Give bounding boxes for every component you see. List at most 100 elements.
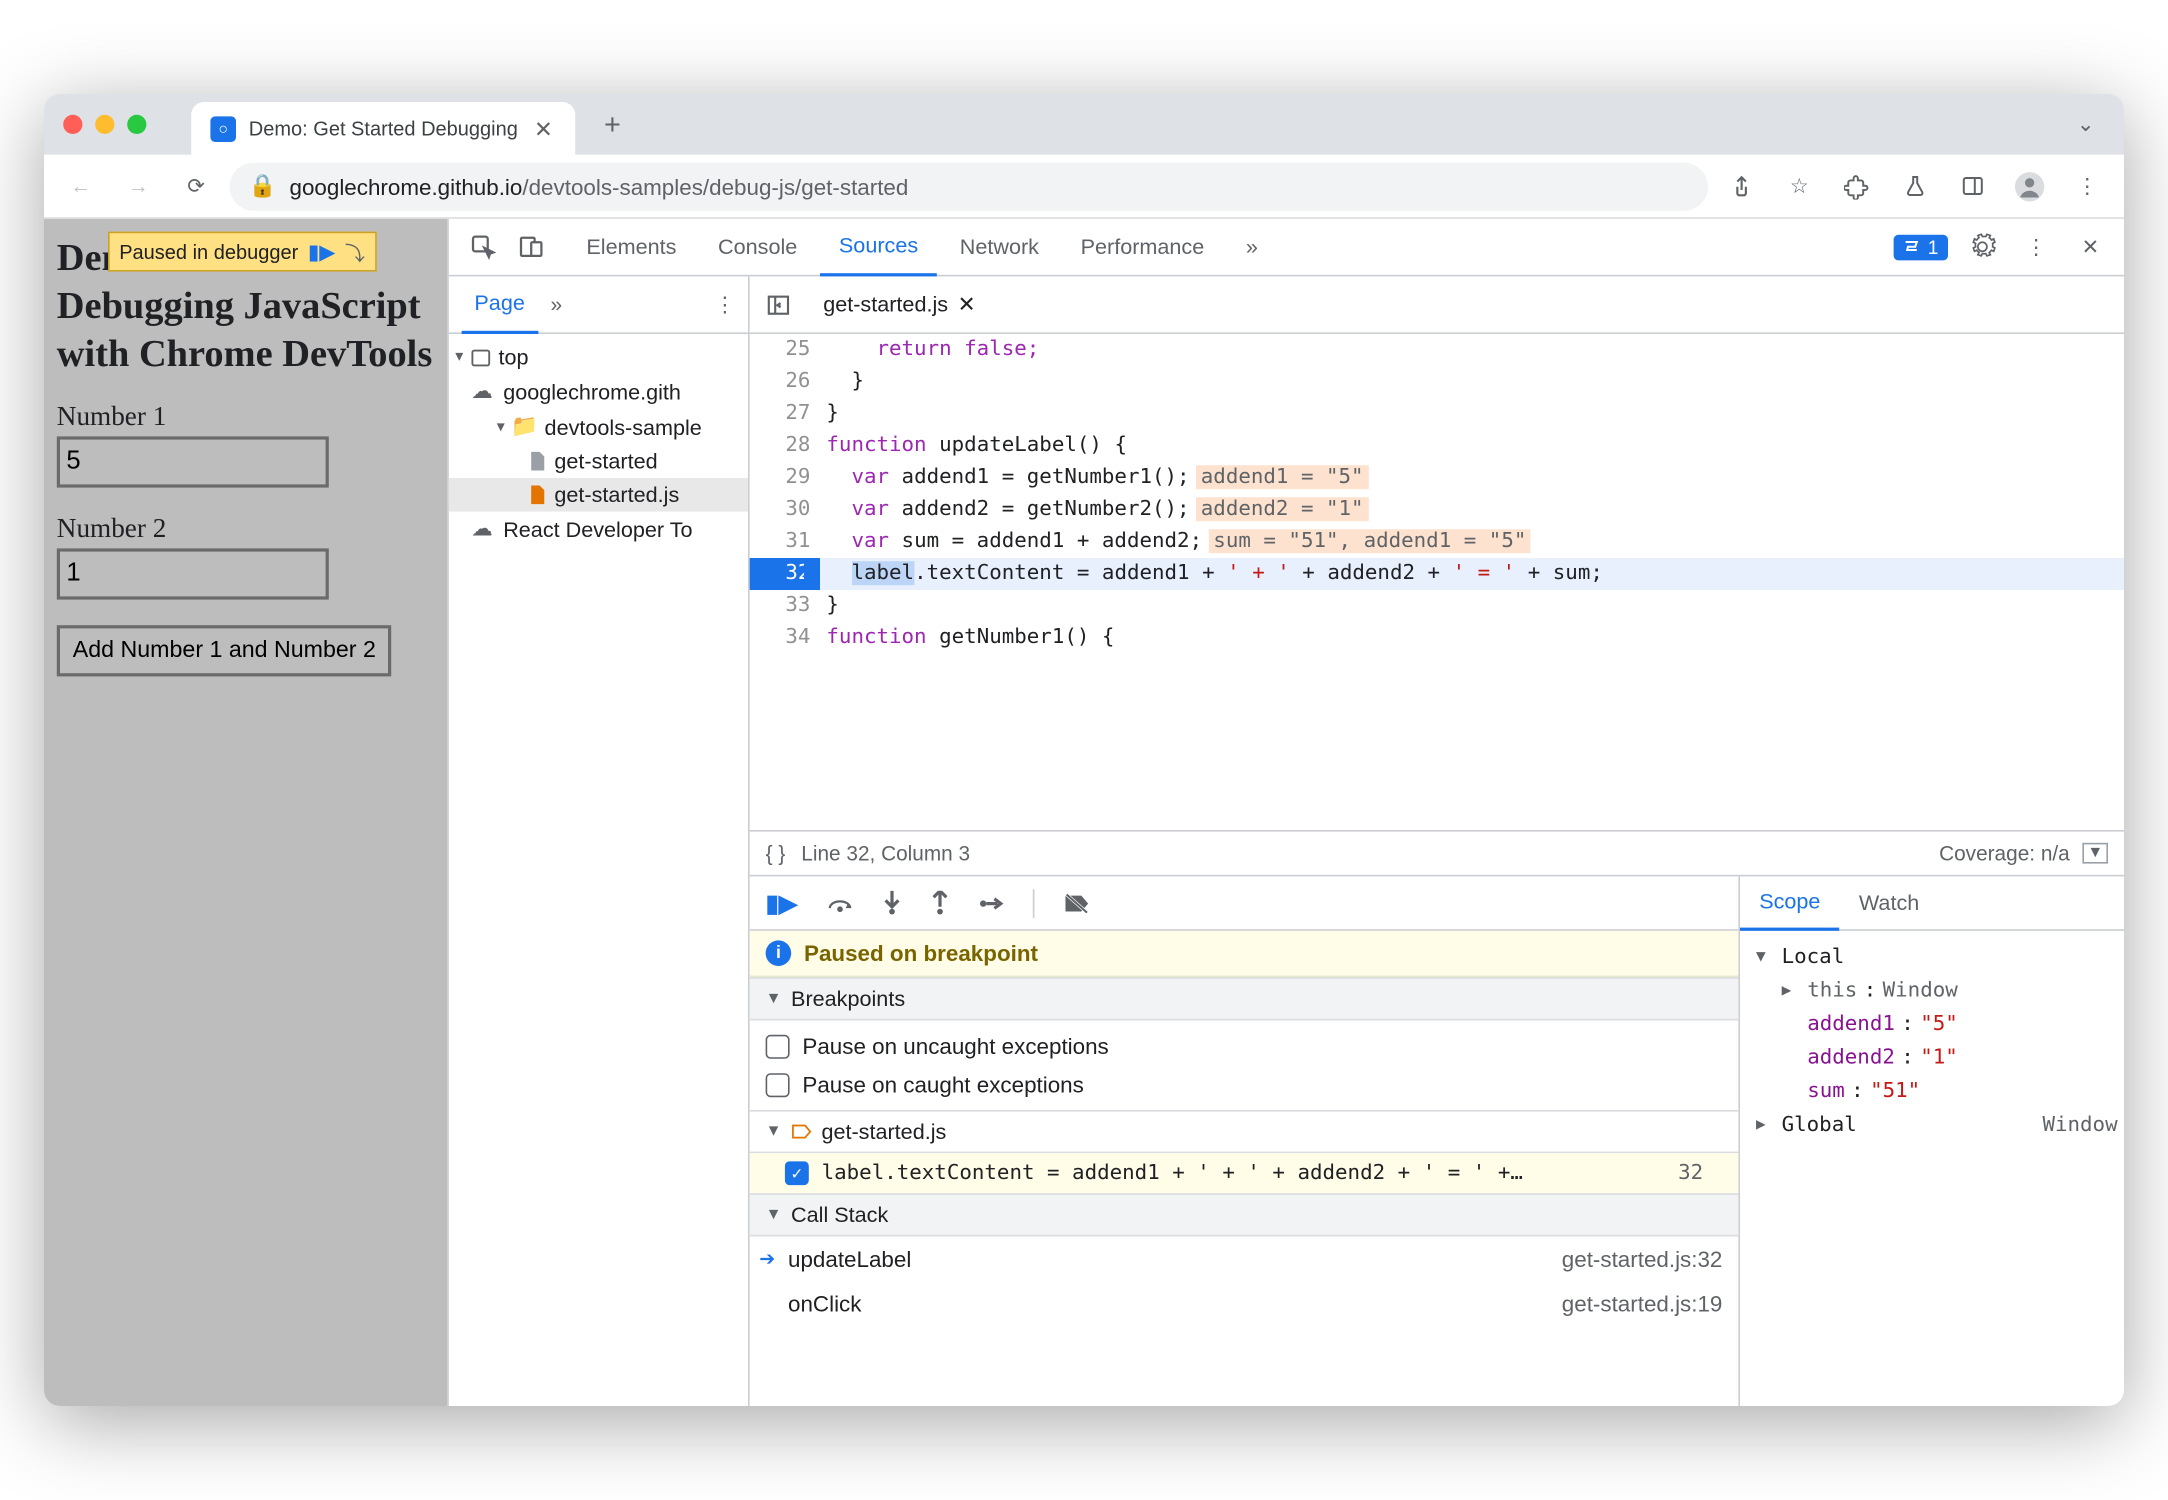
inline-value-hint: addend2 = "1" (1196, 497, 1368, 521)
profile-button[interactable] (2006, 162, 2054, 210)
devtools-close-button[interactable]: ✕ (2070, 226, 2112, 268)
pause-uncaught-checkbox[interactable]: Pause on uncaught exceptions (766, 1027, 1723, 1065)
breakpoint-file-header[interactable]: ▼get-started.js (750, 1110, 1739, 1153)
step-out-button[interactable] (930, 891, 949, 915)
tab-network[interactable]: Network (941, 219, 1059, 276)
devtools-menu-button[interactable]: ⋮ (2015, 226, 2057, 268)
share-button[interactable] (1718, 162, 1766, 210)
labs-button[interactable] (1890, 162, 1938, 210)
cursor-position: Line 32, Column 3 (801, 841, 970, 865)
browser-tab[interactable]: Demo: Get Started Debugging ✕ (191, 102, 575, 156)
tab-sources[interactable]: Sources (820, 219, 938, 276)
scope-var-this[interactable]: ▶this: Window (1746, 974, 2117, 1008)
breakpoint-row[interactable]: ✓label.textContent = addend1 + ' + ' + a… (750, 1153, 1739, 1193)
add-button[interactable]: Add Number 1 and Number 2 (57, 625, 392, 676)
paused-banner: i Paused on breakpoint (750, 931, 1739, 977)
number2-input[interactable] (57, 548, 329, 599)
tab-console[interactable]: Console (699, 219, 817, 276)
coverage-status: Coverage: n/a (1939, 841, 2070, 865)
sources-navigator: Page » ⋮ ▾top ☁googlechrome.gith ▾📁devto… (449, 276, 750, 1406)
tree-extension[interactable]: ☁React Developer To (449, 512, 748, 547)
scope-var-addend2[interactable]: addend2: "1" (1746, 1041, 2117, 1075)
editor-tab-close-button[interactable]: ✕ (958, 292, 976, 318)
scope-var-addend1[interactable]: addend1: "5" (1746, 1008, 2117, 1042)
inline-value-hint: addend1 = "5" (1196, 465, 1368, 489)
tab-elements[interactable]: Elements (567, 219, 695, 276)
window-zoom-button[interactable] (127, 115, 146, 134)
pretty-print-button[interactable]: { } (766, 841, 786, 865)
tree-domain[interactable]: ☁googlechrome.gith (449, 374, 748, 409)
scope-local-header[interactable]: ▼Local (1746, 940, 2117, 974)
address-bar[interactable]: 🔒 googlechrome.github.io/devtools-sample… (230, 162, 1708, 210)
tab-list-button[interactable]: ⌄ (2066, 112, 2104, 138)
tree-folder[interactable]: ▾📁devtools-sample (449, 409, 748, 444)
step-into-button[interactable] (882, 891, 901, 915)
navigator-menu-button[interactable]: ⋮ (714, 292, 735, 318)
side-panel-button[interactable] (1948, 162, 1996, 210)
step-button[interactable] (978, 893, 1004, 912)
inspect-element-button[interactable] (462, 226, 504, 268)
tab-close-button[interactable]: ✕ (531, 116, 556, 143)
chrome-menu-button[interactable]: ⋮ (2063, 162, 2111, 210)
extensions-button[interactable] (1833, 162, 1881, 210)
breakpoint-checkbox[interactable]: ✓ (785, 1161, 809, 1185)
browser-toolbar: ← → ⟳ 🔒 googlechrome.github.io/devtools-… (44, 155, 2124, 219)
scope-global-header[interactable]: ▶GlobalWindow (1746, 1108, 2117, 1142)
editor-status-bar: { } Line 32, Column 3 Coverage: n/a ▼ (750, 830, 2124, 875)
debugger-toolbar: ▮▶ (750, 876, 1739, 930)
lock-icon: 🔒 (249, 172, 277, 199)
devtools-tab-strip: Elements Console Sources Network Perform… (449, 219, 2124, 277)
back-button[interactable]: ← (57, 162, 105, 210)
scope-tab[interactable]: Scope (1740, 876, 1840, 930)
forward-button[interactable]: → (114, 162, 162, 210)
overlay-step-button[interactable]: ⤵ (345, 236, 365, 266)
window-minimize-button[interactable] (95, 115, 114, 134)
number1-label: Number 1 (57, 401, 435, 433)
reload-button[interactable]: ⟳ (172, 162, 220, 210)
code-editor[interactable]: 25 return false; 26 } 27} 28function upd… (750, 334, 2124, 830)
number1-input[interactable] (57, 436, 329, 487)
issues-badge[interactable]: 1 (1894, 234, 1948, 260)
url-path: /devtools-samples/debug-js/get-started (522, 173, 908, 199)
window-close-button[interactable] (63, 115, 82, 134)
watch-tab[interactable]: Watch (1840, 876, 1939, 930)
overlay-resume-button[interactable]: ▮▶ (308, 239, 335, 265)
inline-value-hint: sum = "51", addend1 = "5" (1209, 529, 1532, 553)
paused-overlay-label: Paused in debugger (119, 240, 298, 262)
bookmark-button[interactable]: ☆ (1775, 162, 1823, 210)
pause-caught-checkbox[interactable]: Pause on caught exceptions (766, 1065, 1723, 1103)
breakpoints-header[interactable]: ▼Breakpoints (750, 977, 1739, 1020)
tab-favicon (210, 116, 236, 142)
scope-var-sum[interactable]: sum: "51" (1746, 1075, 2117, 1109)
tab-overflow-button[interactable]: » (1227, 219, 1277, 276)
number2-label: Number 2 (57, 513, 435, 545)
call-stack-frame[interactable]: onClick get-started.js:19 (750, 1281, 1739, 1326)
tab-title: Demo: Get Started Debugging (249, 118, 518, 140)
call-stack-header[interactable]: ▼Call Stack (750, 1193, 1739, 1236)
call-stack-frame[interactable]: updateLabel get-started.js:32 (750, 1236, 1739, 1281)
paused-overlay: Paused in debugger ▮▶ ⤵ (108, 232, 376, 272)
page-viewport: Paused in debugger ▮▶ ⤵ Demo: Get Starte… (44, 219, 447, 1406)
editor-tab-strip: get-started.js ✕ (750, 276, 2124, 334)
tree-top-frame[interactable]: ▾top (449, 340, 748, 374)
settings-button[interactable] (1961, 226, 2003, 268)
scope-panel: ▼Local ▶this: Window addend1: "5" addend… (1740, 931, 2124, 1152)
info-icon: i (766, 940, 792, 966)
deactivate-breakpoints-button[interactable] (1063, 892, 1090, 914)
resume-button[interactable]: ▮▶ (766, 888, 798, 917)
toggle-navigator-button[interactable] (759, 292, 797, 318)
new-tab-button[interactable]: + (604, 108, 621, 142)
navigator-tab-overflow[interactable]: » (550, 292, 562, 316)
tree-file-html[interactable]: get-started (449, 444, 748, 478)
step-over-button[interactable] (826, 892, 853, 914)
device-toolbar-button[interactable] (510, 226, 552, 268)
tree-file-js[interactable]: get-started.js (449, 478, 748, 512)
coverage-dropdown-icon[interactable]: ▼ (2083, 843, 2108, 864)
editor-tab[interactable]: get-started.js ✕ (810, 292, 988, 318)
execution-line-marker: 32 (750, 558, 820, 590)
window-titlebar: Demo: Get Started Debugging ✕ + ⌄ (44, 94, 2124, 155)
navigator-tab-page[interactable]: Page (462, 276, 538, 333)
url-host: googlechrome.github.io (290, 173, 523, 199)
tab-performance[interactable]: Performance (1061, 219, 1223, 276)
devtools-panel: Elements Console Sources Network Perform… (447, 219, 2124, 1406)
